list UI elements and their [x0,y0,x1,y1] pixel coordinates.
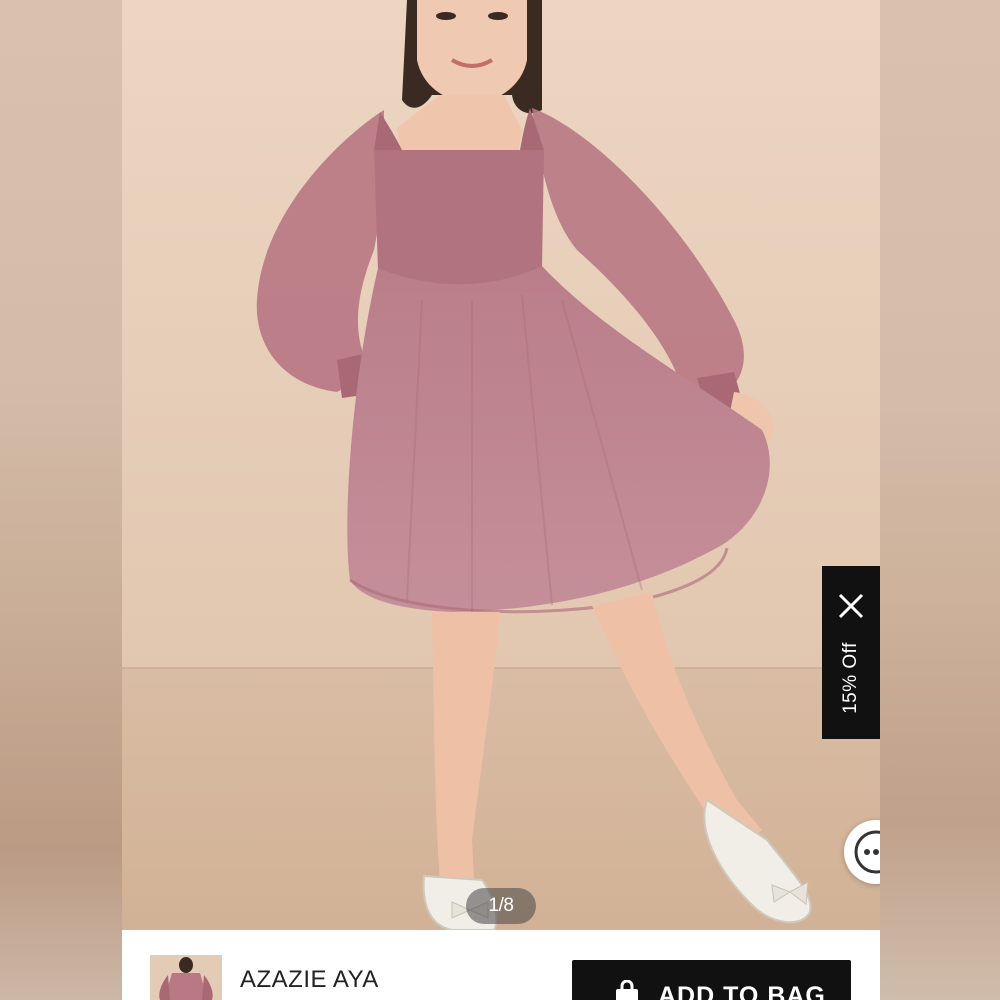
product-thumbnail[interactable] [150,955,222,1000]
chat-icon [854,830,880,874]
product-bottom-bar: AZAZIE AYA ADD TO BAG [122,930,880,1000]
add-to-bag-button[interactable]: ADD TO BAG [572,960,851,1000]
add-to-bag-label: ADD TO BAG [658,982,826,1000]
close-icon[interactable] [837,592,865,620]
shopping-bag-icon [614,980,640,1000]
promo-label[interactable]: 15% Off [840,642,862,714]
chat-button[interactable] [844,820,880,884]
image-counter: 1/8 [466,888,536,924]
blurred-background-right [880,0,1000,1000]
product-photo[interactable] [122,0,880,930]
discount-promo-tab[interactable]: 15% Off [822,566,880,739]
app-screen: 1/8 15% Off AZAZIE AYA ADD TO BAG [122,0,880,1000]
product-name: AZAZIE AYA [240,966,379,993]
blurred-background-left [0,0,122,1000]
